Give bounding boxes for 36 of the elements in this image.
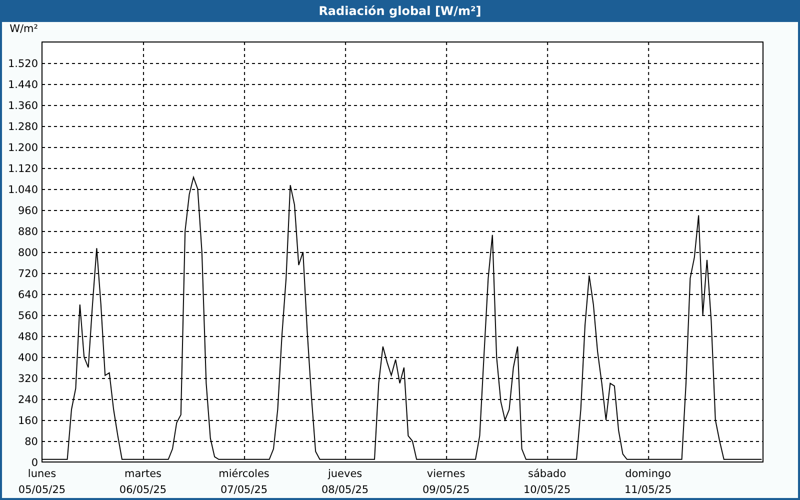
day-label: lunes [28, 468, 56, 480]
y-tick-label: 0 [31, 457, 38, 469]
date-label: 07/05/25 [220, 484, 268, 496]
y-tick-label: 1.200 [8, 142, 38, 154]
y-tick-label: 640 [18, 289, 38, 301]
y-tick-label: 480 [18, 331, 38, 343]
date-label: 11/05/25 [624, 484, 672, 496]
day-label: martes [124, 468, 162, 480]
y-tick-label: 1.040 [8, 184, 38, 196]
y-tick-label: 800 [18, 247, 38, 259]
date-label: 06/05/25 [119, 484, 167, 496]
y-tick-label: 240 [18, 394, 38, 406]
y-tick-label: 560 [18, 310, 38, 322]
day-label: miércoles [218, 468, 270, 480]
y-tick-label: 880 [18, 226, 38, 238]
y-tick-label: 720 [18, 268, 38, 280]
y-tick-label: 320 [18, 373, 38, 385]
day-label: sábado [528, 468, 566, 480]
day-label: domingo [625, 468, 672, 480]
y-tick-label: 1.440 [8, 79, 38, 91]
y-tick-label: 400 [18, 352, 38, 364]
y-tick-label: 1.280 [8, 121, 38, 133]
y-tick-label: 1.360 [8, 100, 38, 112]
day-label: jueves [328, 468, 362, 480]
y-tick-label: 160 [18, 415, 38, 427]
y-tick-label: 960 [18, 205, 38, 217]
date-label: 08/05/25 [321, 484, 369, 496]
day-label: viernes [426, 468, 466, 480]
y-tick-label: 1.120 [8, 163, 38, 175]
window-title: Radiación global [W/m²] [318, 3, 482, 20]
date-label: 05/05/25 [18, 484, 66, 496]
y-axis-unit: W/m² [10, 23, 38, 35]
date-label: 10/05/25 [524, 484, 571, 496]
y-tick-label: 80 [24, 436, 38, 448]
date-label: 09/05/25 [422, 484, 470, 496]
y-tick-label: 1.520 [8, 58, 38, 70]
